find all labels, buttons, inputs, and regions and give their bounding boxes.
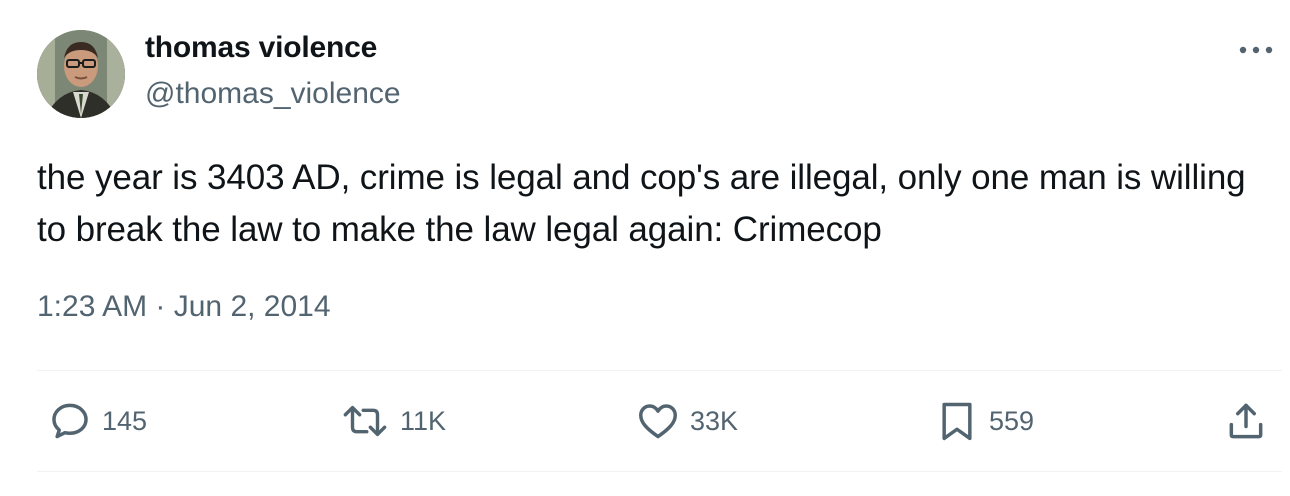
like-count: 33K (690, 405, 739, 436)
reply-count: 145 (102, 405, 148, 436)
reply-bubble-icon (52, 403, 88, 439)
like-button[interactable]: 33K (636, 398, 738, 444)
avatar[interactable] (37, 30, 125, 118)
divider-bottom (37, 471, 1282, 472)
retweet-arrows-icon (343, 405, 387, 437)
more-options-button[interactable] (1234, 28, 1278, 72)
author-handle[interactable]: @thomas_violence (145, 77, 401, 111)
retweet-count: 11K (400, 405, 447, 436)
tweet-time[interactable]: 1:23 AM (37, 290, 147, 324)
timestamp-separator: · (147, 290, 174, 323)
retweet-button[interactable]: 11K (340, 398, 446, 444)
tweet-text: the year is 3403 AD, crime is legal and … (37, 158, 1246, 249)
bookmark-button[interactable]: 559 (935, 398, 1034, 444)
author-name[interactable]: thomas violence (145, 31, 377, 65)
share-upload-icon (1229, 403, 1263, 439)
tweet-date[interactable]: Jun 2, 2014 (174, 290, 331, 324)
more-horizontal-icon (1239, 46, 1273, 54)
divider-top (37, 370, 1282, 371)
tweet-timestamp[interactable]: 1:23 AM · Jun 2, 2014 (37, 290, 331, 324)
bookmark-count: 559 (989, 405, 1035, 436)
heart-icon (639, 404, 677, 439)
reply-button[interactable]: 145 (48, 398, 147, 444)
tweet-card: thomas violence @thomas_violence the yea… (0, 0, 1290, 496)
avatar-image (37, 30, 125, 118)
bookmark-icon (942, 402, 972, 441)
share-button[interactable] (1224, 398, 1268, 444)
